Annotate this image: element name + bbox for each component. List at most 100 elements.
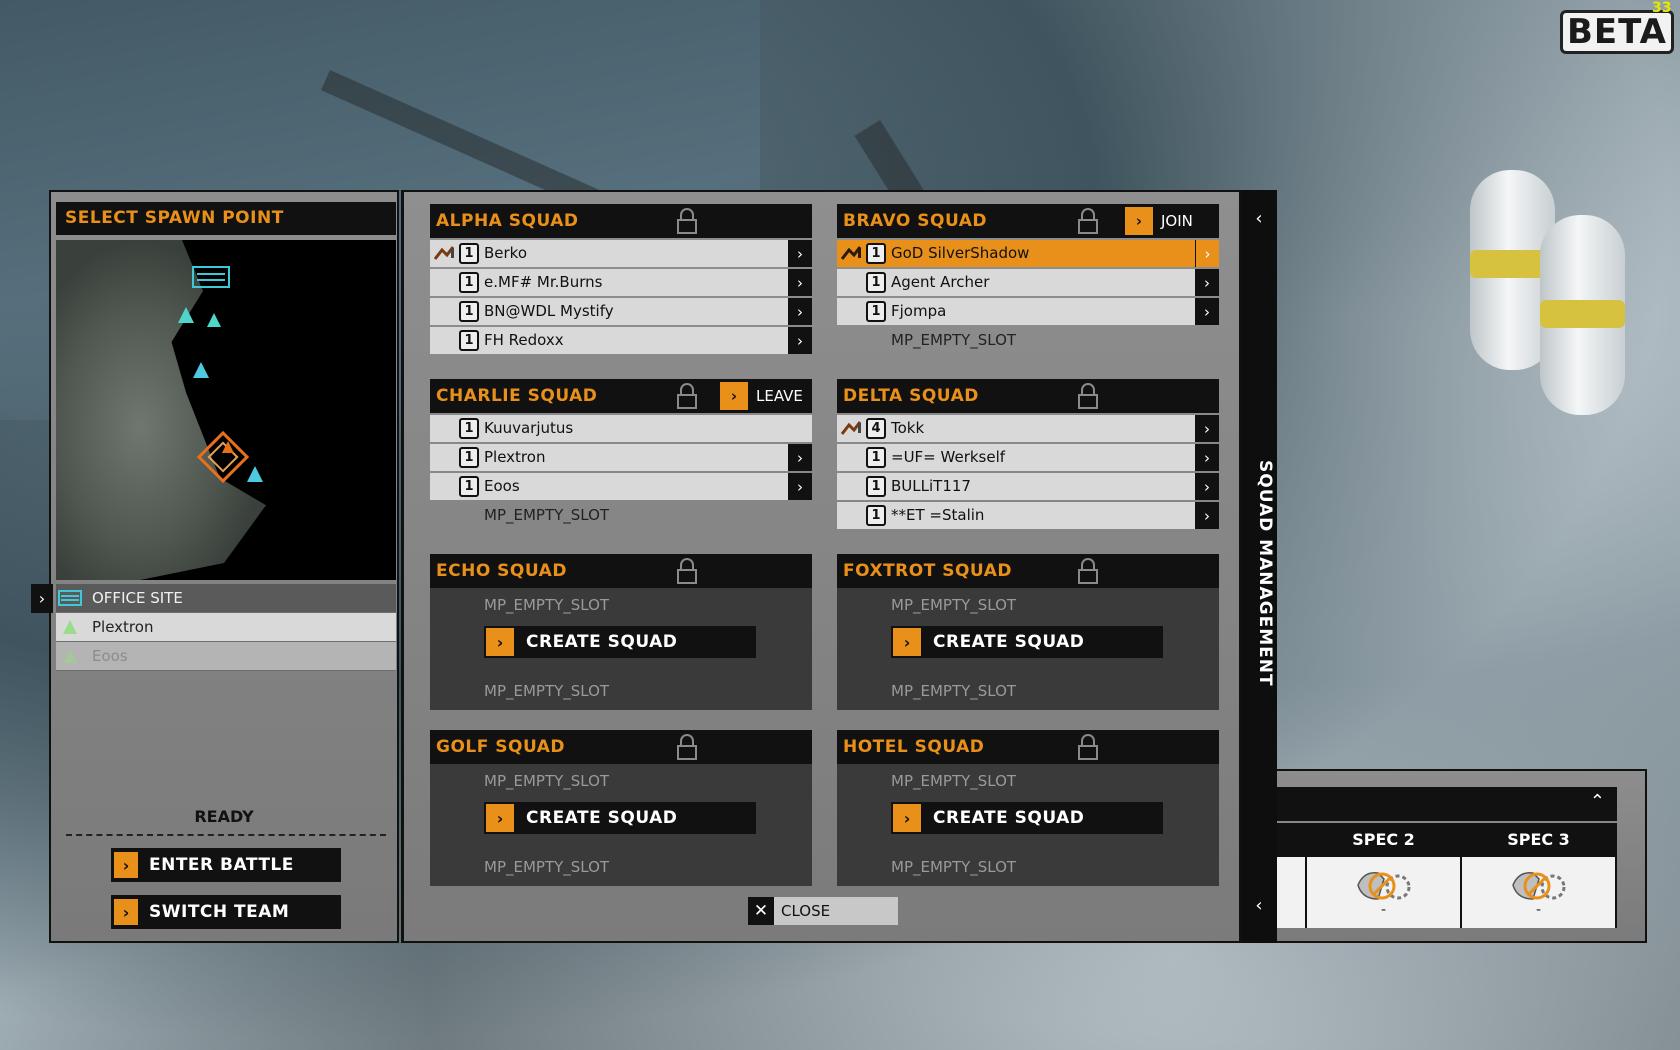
- member-name: =UF= Werkself: [891, 448, 1006, 466]
- spawn-point-plextron[interactable]: Plextron: [56, 613, 396, 642]
- empty-squad-body: MP_EMPTY_SLOT MP_EMPTY_SLOT › CREATE SQU…: [837, 588, 1219, 710]
- chevron-right-icon[interactable]: ›: [1195, 444, 1219, 471]
- chevron-right-icon: ›: [486, 628, 514, 656]
- close-button[interactable]: ✕ CLOSE: [748, 897, 898, 925]
- create-squad-button[interactable]: › CREATE SQUAD: [891, 626, 1163, 658]
- enter-battle-button[interactable]: › ENTER BATTLE: [111, 848, 341, 882]
- spec-panel-header: ⌃: [1277, 787, 1617, 821]
- minimap-squadmate-icon: [178, 307, 194, 323]
- spec-2-label: SPEC 2: [1307, 823, 1460, 857]
- squad-member[interactable]: 1 **ET =Stalin ›: [837, 502, 1219, 529]
- minimap[interactable]: [56, 240, 396, 580]
- create-squad-label: CREATE SQUAD: [526, 632, 678, 652]
- member-name: BN@WDL Mystify: [484, 302, 614, 320]
- create-squad-button[interactable]: › CREATE SQUAD: [484, 802, 756, 834]
- minimap-squadmate-icon: [207, 313, 221, 327]
- expand-chevron-icon[interactable]: ‹: [1241, 895, 1277, 916]
- spec-3-slot[interactable]: SPEC 3 -: [1462, 823, 1617, 928]
- chevron-right-icon[interactable]: ›: [788, 444, 812, 471]
- chevron-right-icon[interactable]: ›: [788, 473, 812, 500]
- squad-member[interactable]: 1 FH Redoxx ›: [430, 327, 812, 354]
- collapse-chevron-icon[interactable]: ‹: [1241, 208, 1277, 229]
- close-icon: ✕: [748, 897, 774, 925]
- squad-member[interactable]: 1 Berko ›: [430, 240, 812, 267]
- squad-header: CHARLIE SQUAD › LEAVE: [430, 379, 812, 413]
- squad-member[interactable]: 1 e.MF# Mr.Burns ›: [430, 269, 812, 296]
- delta-squad: DELTA SQUAD 4 Tokk › 1 =UF= Werkself › 1…: [837, 379, 1219, 531]
- rank-number: 1: [459, 272, 479, 293]
- squad-member[interactable]: 1 =UF= Werkself ›: [837, 444, 1219, 471]
- chevron-right-icon[interactable]: ›: [1195, 473, 1219, 500]
- empty-squad-body: MP_EMPTY_SLOT MP_EMPTY_SLOT › CREATE SQU…: [430, 588, 812, 710]
- empty-slot-label: MP_EMPTY_SLOT: [891, 331, 1017, 349]
- squad-name: CHARLIE SQUAD: [436, 386, 598, 406]
- squad-member-highlighted[interactable]: 1 GoD SilverShadow ›: [837, 240, 1219, 267]
- chevron-right-icon[interactable]: ›: [788, 298, 812, 325]
- fps-counter: 33: [1652, 0, 1672, 16]
- rank-number: 1: [866, 505, 886, 526]
- minimap-objective-icon[interactable]: [196, 430, 252, 486]
- create-squad-label: CREATE SQUAD: [933, 808, 1085, 828]
- squad-member[interactable]: 1 BN@WDL Mystify ›: [430, 298, 812, 325]
- squad-member[interactable]: 1 Fjompa ›: [837, 298, 1219, 325]
- switch-team-label: SWITCH TEAM: [149, 902, 290, 922]
- leave-squad-button[interactable]: › LEAVE: [720, 382, 803, 410]
- chevron-right-icon: ›: [893, 628, 921, 656]
- spawn-point-office-site[interactable]: › OFFICE SITE: [31, 584, 396, 613]
- create-squad-button[interactable]: › CREATE SQUAD: [891, 802, 1163, 834]
- create-squad-label: CREATE SQUAD: [933, 632, 1085, 652]
- join-squad-button[interactable]: › JOIN: [1125, 207, 1193, 235]
- squad-name: BRAVO SQUAD: [843, 211, 988, 231]
- lock-icon[interactable]: [676, 383, 698, 409]
- squad-member[interactable]: 1 Agent Archer ›: [837, 269, 1219, 296]
- chevron-right-icon[interactable]: ›: [1195, 269, 1219, 296]
- empty-slot-label: MP_EMPTY_SLOT: [891, 858, 1017, 876]
- lock-icon[interactable]: [1077, 734, 1099, 760]
- chevron-right-icon[interactable]: ›: [1195, 240, 1219, 267]
- chevron-right-icon: ›: [111, 895, 141, 929]
- lock-icon[interactable]: [676, 558, 698, 584]
- lock-icon[interactable]: [1077, 208, 1099, 234]
- office-site-icon: [56, 584, 84, 613]
- squad-header: ALPHA SQUAD: [430, 204, 812, 238]
- chevron-right-icon[interactable]: ›: [788, 240, 812, 267]
- squad-member[interactable]: 1 BULLiT117 ›: [837, 473, 1219, 500]
- squad-management-tab[interactable]: ‹ SQUAD MANAGEMENT ‹: [1241, 190, 1277, 943]
- squadmate-icon: [56, 613, 84, 642]
- squad-member[interactable]: 4 Tokk ›: [837, 415, 1219, 442]
- squad-leader-icon: [434, 246, 455, 260]
- chevron-right-icon[interactable]: ›: [788, 269, 812, 296]
- squad-name: ECHO SQUAD: [436, 561, 567, 581]
- spec-3-label: SPEC 3: [1462, 823, 1615, 857]
- lock-icon[interactable]: [676, 208, 698, 234]
- lock-icon[interactable]: [676, 734, 698, 760]
- chevron-right-icon: ›: [111, 848, 141, 882]
- spawn-panel-title: SELECT SPAWN POINT: [56, 202, 396, 235]
- rank-number: 1: [459, 301, 479, 322]
- switch-team-button[interactable]: › SWITCH TEAM: [111, 895, 341, 929]
- member-name: Eoos: [484, 477, 520, 495]
- squad-name: ALPHA SQUAD: [436, 211, 579, 231]
- squad-management-panel: ALPHA SQUAD 1 Berko › 1 e.MF# Mr.Burns ›…: [401, 190, 1241, 943]
- chevron-right-icon[interactable]: ›: [1195, 502, 1219, 529]
- chevron-right-icon[interactable]: ›: [788, 327, 812, 354]
- squad-member[interactable]: 1 Kuuvarjutus: [430, 415, 812, 442]
- lock-icon[interactable]: [1077, 383, 1099, 409]
- minimap-squadmate-icon: [193, 362, 209, 378]
- beta-badge: BETA: [1560, 10, 1674, 54]
- minimap-spawn-office-icon[interactable]: [191, 265, 231, 289]
- chevron-right-icon[interactable]: ›: [1195, 415, 1219, 442]
- empty-slot-label: MP_EMPTY_SLOT: [891, 596, 1017, 614]
- spawn-point-eoos[interactable]: Eoos: [56, 642, 396, 671]
- squadmate-icon: [56, 642, 84, 671]
- create-squad-button[interactable]: › CREATE SQUAD: [484, 626, 756, 658]
- rank-number: 1: [459, 243, 479, 264]
- spec-2-slot[interactable]: SPEC 2 -: [1307, 823, 1462, 928]
- chevron-right-icon[interactable]: ›: [1195, 298, 1219, 325]
- lock-icon[interactable]: [1077, 558, 1099, 584]
- squad-member[interactable]: 1 Plextron ›: [430, 444, 812, 471]
- chevron-up-icon[interactable]: ⌃: [1590, 791, 1605, 812]
- leave-label: LEAVE: [756, 387, 803, 405]
- member-name: Fjompa: [891, 302, 947, 320]
- squad-member[interactable]: 1 Eoos ›: [430, 473, 812, 500]
